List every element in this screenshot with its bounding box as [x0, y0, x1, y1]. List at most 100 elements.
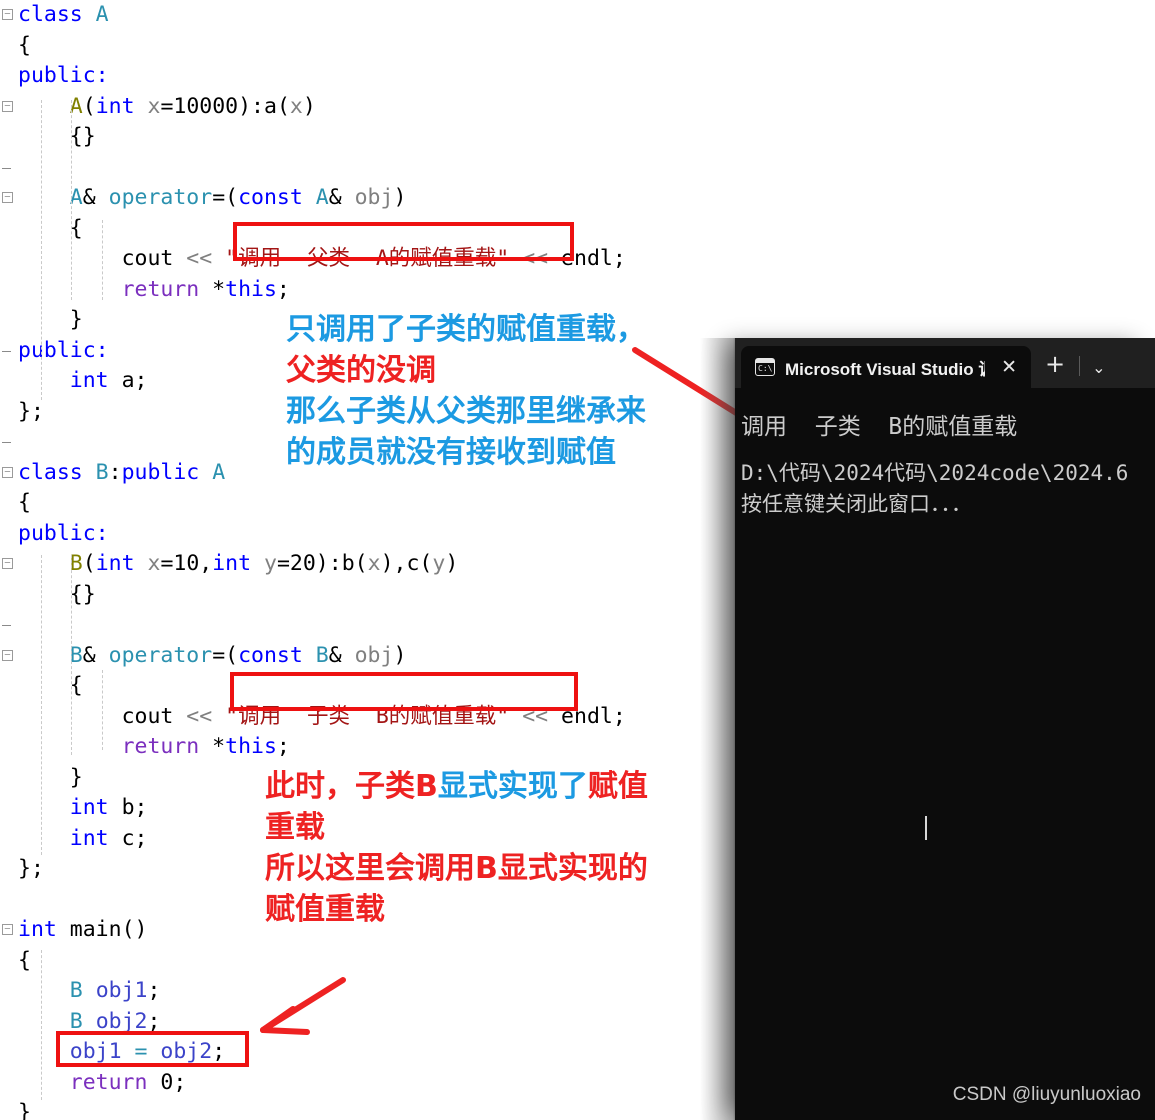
code-token: public: [18, 337, 109, 363]
annotation-segment: 赋值 [587, 769, 648, 804]
fold-collapse-icon[interactable]: – [2, 558, 13, 569]
close-icon[interactable]: ✕ [995, 357, 1023, 377]
code-line[interactable]: – B& operator=(const B& obj) [0, 641, 735, 672]
code-line[interactable]: {} [0, 580, 735, 611]
code-line[interactable]: { [0, 946, 735, 977]
code-token: ( [82, 551, 96, 576]
code-line[interactable]: { [0, 214, 735, 245]
code-token: << [522, 246, 549, 271]
annotation-segment: 那么子类从父类那里继承来 [286, 394, 646, 429]
code-token: B [69, 1008, 83, 1034]
code-token: public: [18, 63, 109, 88]
code-token: } [69, 764, 83, 790]
code-token: * [199, 734, 226, 759]
code-token: main() [56, 917, 148, 942]
fold-line-icon [2, 350, 11, 352]
console-window[interactable]: C:\ Microsoft Visual Studio 调试控 ✕ + ⌄ 调用… [735, 338, 1155, 1120]
code-line[interactable] [0, 610, 735, 641]
code-token: return [121, 276, 200, 302]
code-token: B [69, 978, 83, 1003]
code-token: x [147, 93, 161, 119]
fold-collapse-icon[interactable]: – [2, 649, 13, 661]
code-editor-pane[interactable]: – class A{public: – A(int x=10000):a(x) {}… [0, 0, 735, 1120]
code-token: endl; [548, 246, 626, 271]
code-token: class [18, 2, 96, 27]
code-token: operator [108, 185, 213, 210]
chevron-down-icon[interactable]: ⌄ [1080, 360, 1117, 388]
code-token: =20): [276, 551, 342, 576]
code-token: x [289, 93, 303, 119]
code-lines[interactable]: – class A{public: – A(int x=10000):a(x) {}… [0, 0, 735, 1120]
code-line[interactable]: public: [0, 519, 735, 550]
annotation-line: 只调用了子类的赋值重载， [286, 309, 646, 350]
terminal-icon-label: C:\ [758, 364, 773, 373]
screenshot-root: – class A{public: – A(int x=10000):a(x) {}… [0, 0, 1155, 1120]
indent-guide [71, 100, 72, 300]
code-token: int [95, 93, 135, 119]
code-line[interactable]: – A& operator=(const A& obj) [0, 183, 735, 214]
code-token: this [225, 734, 277, 759]
annotation-segment: 显式实现的 [497, 851, 648, 886]
code-line[interactable]: return *this; [0, 732, 735, 763]
code-token: ; [147, 1008, 161, 1034]
code-token: a; [108, 368, 148, 393]
code-token: & [328, 642, 355, 668]
console-tab-strip[interactable]: C:\ Microsoft Visual Studio 调试控 ✕ + ⌄ [735, 338, 1155, 388]
code-line[interactable]: cout << "调用 子类 B的赋值重载" << endl; [0, 702, 735, 733]
code-token: { [18, 32, 31, 58]
code-token: b; [108, 795, 148, 820]
code-token: int [212, 551, 252, 576]
code-line[interactable]: { [0, 671, 735, 702]
code-token: operator [108, 642, 213, 668]
code-token: cout [121, 703, 187, 729]
code-line[interactable]: { [0, 488, 735, 519]
code-token: public: [18, 520, 109, 546]
code-line[interactable]: public: [0, 61, 735, 92]
fold-collapse-icon[interactable]: – [2, 192, 13, 203]
code-line[interactable]: return *this; [0, 275, 735, 306]
fold-collapse-icon[interactable]: – [2, 100, 13, 112]
code-line[interactable]: B obj1; [0, 976, 735, 1007]
code-line[interactable]: cout << "调用 父类 A的赋值重载" << endl; [0, 244, 735, 275]
code-line[interactable]: – A(int x=10000):a(x) [0, 92, 735, 123]
code-line[interactable]: } [0, 1098, 735, 1120]
code-line[interactable]: { [0, 31, 735, 62]
console-tab[interactable]: C:\ Microsoft Visual Studio 调试控 ✕ [741, 346, 1031, 388]
fold-collapse-icon[interactable]: – [2, 924, 13, 935]
code-token: << [186, 246, 213, 271]
code-line[interactable]: B obj2; [0, 1007, 735, 1038]
code-token: A [315, 185, 329, 210]
code-line[interactable]: return 0; [0, 1068, 735, 1099]
code-token: ( [419, 551, 433, 576]
code-line[interactable]: {} [0, 122, 735, 153]
indent-guide [102, 220, 103, 300]
fold-collapse-icon[interactable]: – [2, 9, 13, 20]
watermark: CSDN @liuyunluoxiao [952, 1084, 1141, 1105]
code-line[interactable]: – class A [0, 0, 735, 31]
code-token: B [95, 459, 109, 485]
console-output-line: D:\代码\2024代码\2024code\2024.6 [741, 461, 1129, 485]
code-line[interactable]: obj1 = obj2; [0, 1037, 735, 1068]
code-line[interactable]: – B(int x=10,int y=20):b(x),c(y) [0, 549, 735, 580]
terminal-icon: C:\ [755, 358, 775, 376]
code-line[interactable] [0, 153, 735, 184]
fold-collapse-icon[interactable]: – [2, 466, 13, 478]
annotation-segment: 赋值重载 [265, 892, 385, 927]
annotation-segment: 所以这里会调用B [265, 851, 498, 886]
console-output-line: 按任意键关闭此窗口．．． [741, 492, 972, 516]
code-token: ( [276, 93, 290, 119]
new-tab-icon[interactable]: + [1031, 352, 1079, 388]
code-token: a [264, 93, 277, 119]
